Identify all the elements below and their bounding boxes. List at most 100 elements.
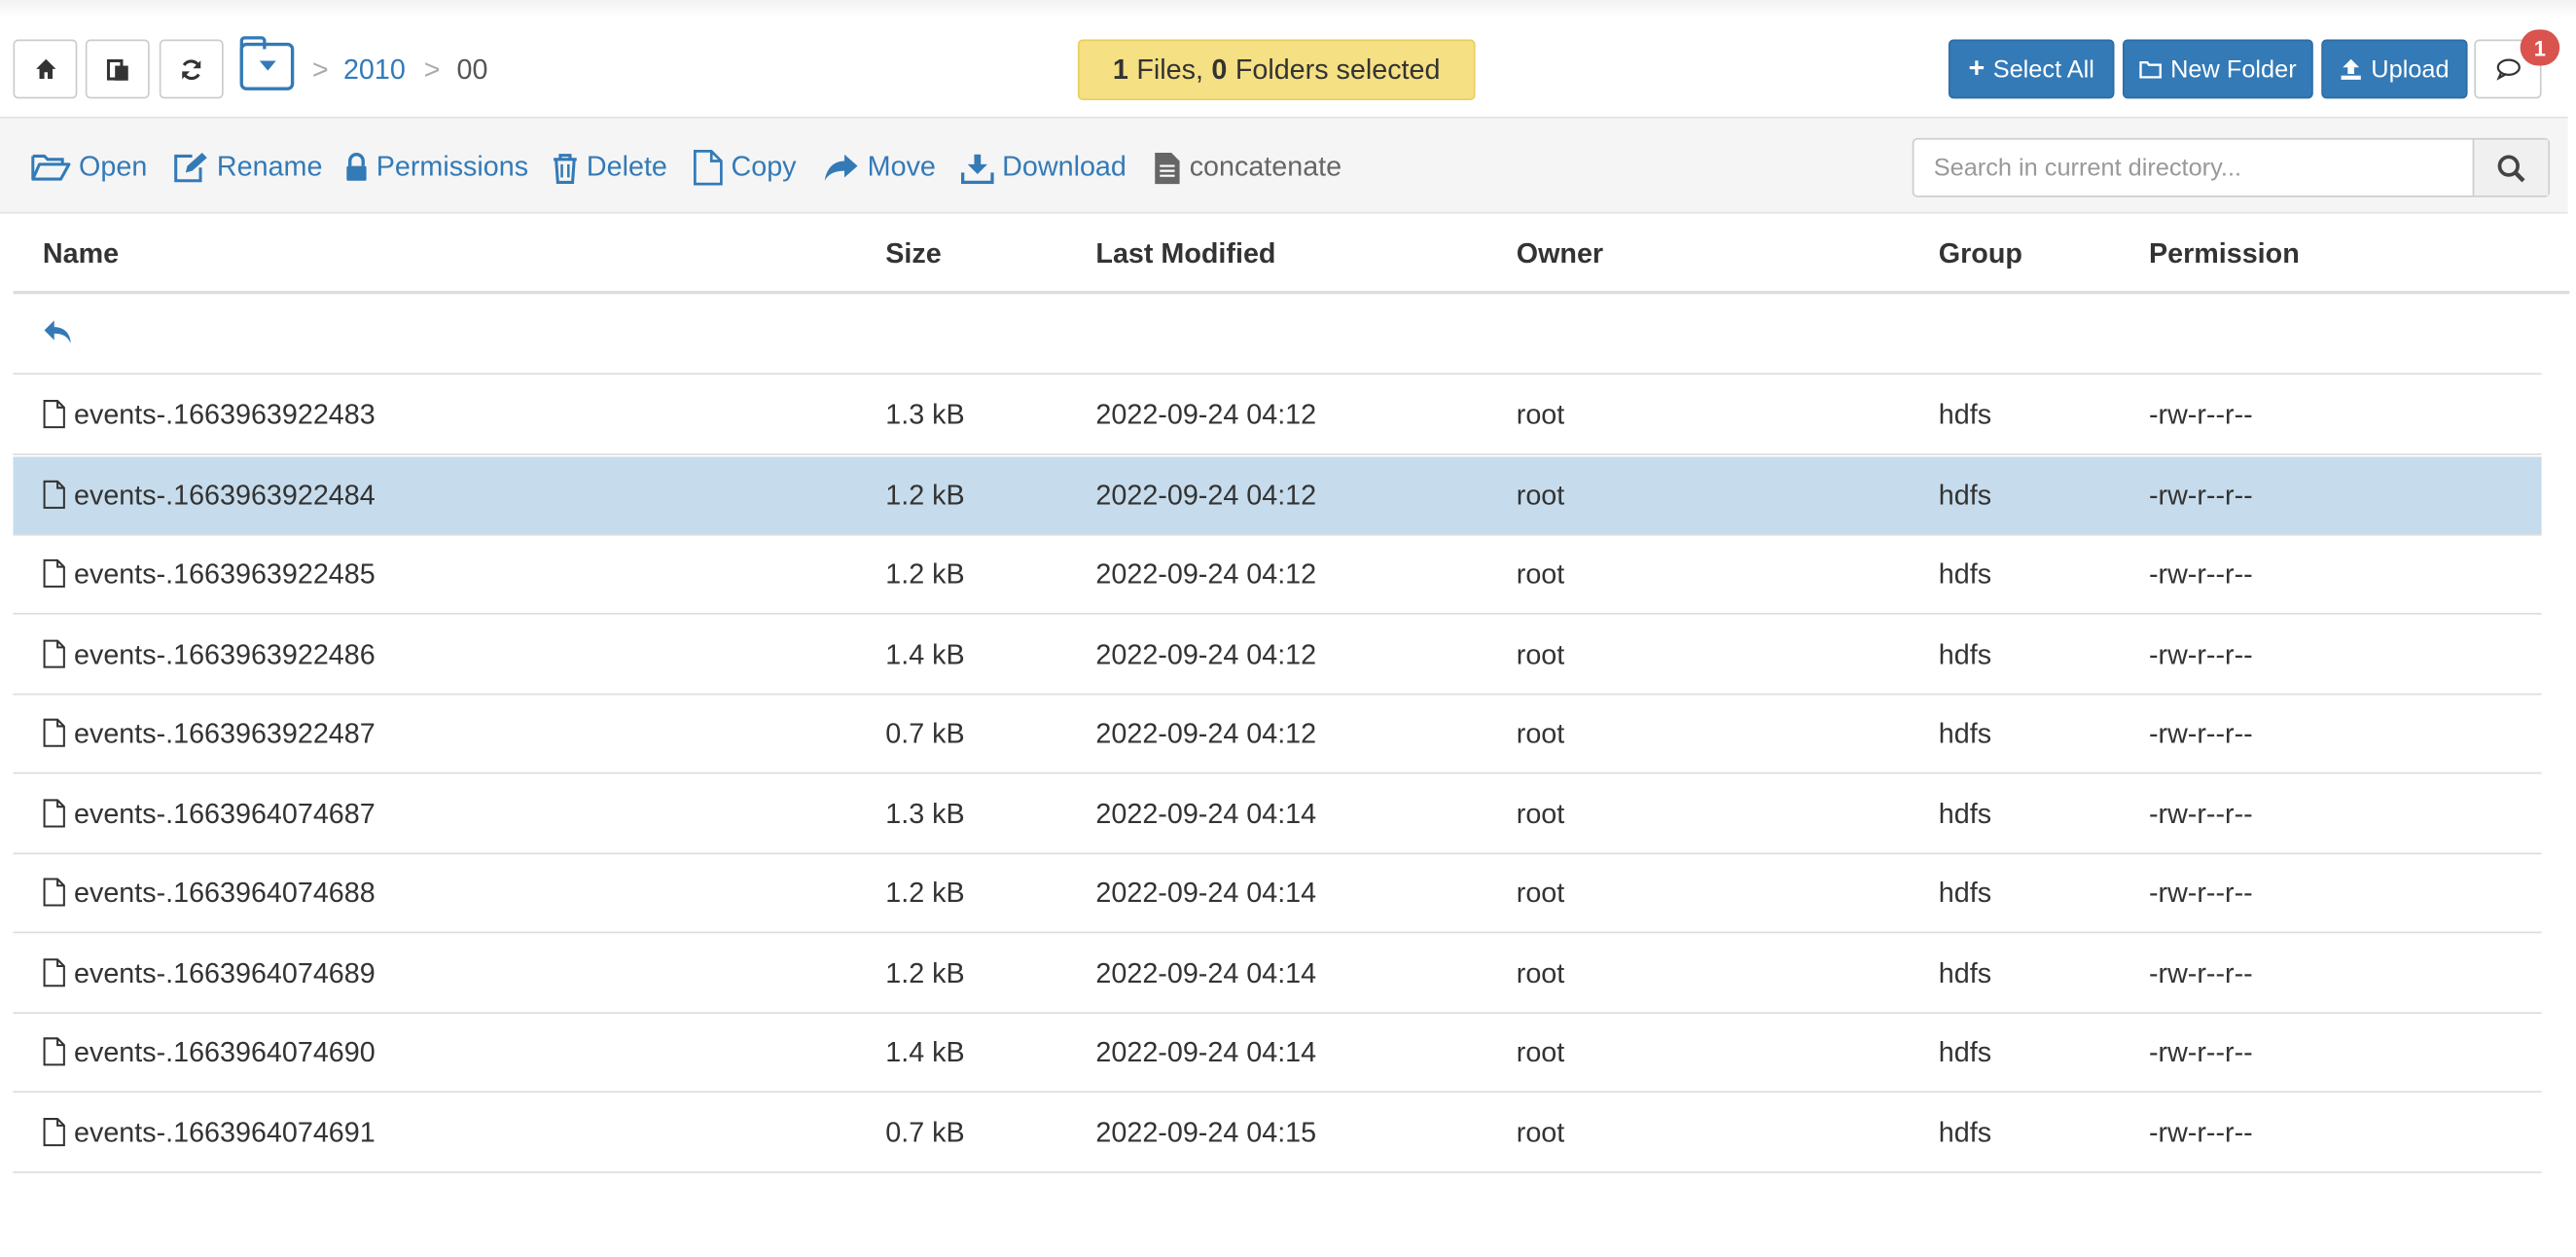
- comment-icon: [2495, 58, 2521, 81]
- upload-label: Upload: [2371, 54, 2450, 84]
- file-size: 1.3 kB: [885, 797, 965, 829]
- new-folder-button[interactable]: New Folder: [2122, 39, 2313, 99]
- file-permission: -rw-r--r--: [2148, 479, 2253, 511]
- file-modified: 2022-09-24 04:12: [1095, 399, 1317, 431]
- breadcrumb-item-2010[interactable]: 2010: [343, 54, 406, 88]
- column-name[interactable]: Name: [43, 238, 119, 271]
- copy-action[interactable]: Copy: [694, 148, 797, 188]
- file-name: events-.1663963922486: [73, 638, 376, 670]
- file-browser: > 2010 > 00 1 Files, 0 Folders selected …: [0, 0, 2576, 1257]
- table-row[interactable]: events-.1663964074691 0.7 kB 2022-09-24 04…: [13, 1094, 2542, 1172]
- top-toolbar: > 2010 > 00 1 Files, 0 Folders selected …: [13, 29, 2560, 102]
- file-owner: root: [1516, 1116, 1565, 1148]
- folder-dropdown-icon[interactable]: [239, 36, 295, 90]
- table-row[interactable]: events-.1663963922484 1.2 kB 2022-09-24 04…: [13, 455, 2542, 535]
- select-all-label: Select All: [1992, 54, 2094, 84]
- file-group: hdfs: [1938, 956, 1992, 988]
- file-permission: -rw-r--r--: [2148, 956, 2253, 988]
- file-modified: 2022-09-24 04:12: [1095, 479, 1317, 511]
- column-permission[interactable]: Permission: [2149, 238, 2300, 271]
- search-input[interactable]: [1914, 139, 2473, 196]
- column-owner[interactable]: Owner: [1517, 238, 1603, 271]
- refresh-button[interactable]: [159, 39, 224, 99]
- file-permission: -rw-r--r--: [2148, 877, 2253, 909]
- file-group: hdfs: [1938, 1036, 1992, 1068]
- files-label: Files,: [1136, 53, 1203, 85]
- file-modified: 2022-09-24 04:12: [1095, 718, 1317, 750]
- file-permission: -rw-r--r--: [2148, 718, 2253, 750]
- file-permission: -rw-r--r--: [2148, 638, 2253, 670]
- file-size: 0.7 kB: [885, 718, 965, 750]
- file-icon: [43, 1117, 65, 1146]
- file-modified: 2022-09-24 04:14: [1095, 877, 1317, 909]
- files-count: 1: [1112, 53, 1128, 85]
- delete-action[interactable]: Delete: [552, 148, 667, 188]
- file-size: 1.4 kB: [885, 1036, 965, 1068]
- breadcrumb-item-current: 00: [456, 54, 488, 86]
- selection-status: 1 Files, 0 Folders selected: [1077, 39, 1476, 101]
- edit-icon: [174, 153, 207, 183]
- file-name: events-.1663964074687: [73, 797, 376, 829]
- home-button[interactable]: [13, 39, 78, 99]
- file-owner: root: [1516, 956, 1565, 988]
- file-icon: [43, 558, 65, 588]
- file-size: 1.2 kB: [885, 956, 965, 988]
- file-owner: root: [1516, 399, 1565, 431]
- move-action[interactable]: Move: [823, 148, 936, 188]
- table-row[interactable]: events-.1663963922483 1.3 kB 2022-09-24 04…: [13, 377, 2542, 455]
- permissions-action[interactable]: Permissions: [345, 148, 528, 188]
- file-group: hdfs: [1938, 718, 1992, 750]
- plus-icon: +: [1968, 53, 1986, 85]
- file-name: events-.1663964074691: [73, 1116, 376, 1148]
- concatenate-label: concatenate: [1189, 151, 1342, 183]
- file-icon: [43, 878, 65, 907]
- file-owner: root: [1516, 797, 1565, 829]
- file-icon: [43, 798, 65, 827]
- column-last-modified[interactable]: Last Modified: [1095, 238, 1275, 271]
- file-group: hdfs: [1938, 797, 1992, 829]
- refresh-icon: [182, 58, 201, 80]
- rename-action[interactable]: Rename: [172, 148, 322, 188]
- folder-open-icon: [31, 154, 71, 181]
- column-group[interactable]: Group: [1939, 238, 2022, 271]
- table-row[interactable]: events-.1663963922487 0.7 kB 2022-09-24 04…: [13, 695, 2542, 774]
- file-modified: 2022-09-24 04:12: [1095, 638, 1317, 670]
- file-group: hdfs: [1938, 399, 1992, 431]
- file-group: hdfs: [1938, 877, 1992, 909]
- parent-directory-row[interactable]: [13, 296, 2542, 376]
- file-icon: [43, 479, 65, 509]
- notification-badge: 1: [2520, 29, 2560, 66]
- file-modified: 2022-09-24 04:15: [1095, 1116, 1317, 1148]
- concatenate-action[interactable]: concatenate: [1154, 148, 1342, 188]
- download-action[interactable]: Download: [960, 148, 1127, 188]
- file-size: 0.7 kB: [885, 1116, 965, 1148]
- table-row[interactable]: events-.1663963922486 1.4 kB 2022-09-24 04…: [13, 615, 2542, 695]
- file-permission: -rw-r--r--: [2148, 1036, 2253, 1068]
- file-permission: -rw-r--r--: [2148, 558, 2253, 591]
- table-row[interactable]: events-.1663964074687 1.3 kB 2022-09-24 04…: [13, 774, 2542, 854]
- file-size: 1.2 kB: [885, 558, 965, 591]
- upload-button[interactable]: Upload: [2321, 39, 2468, 99]
- reply-arrow-icon: [44, 320, 71, 343]
- column-size[interactable]: Size: [885, 238, 941, 271]
- top-shade: [0, 0, 2576, 17]
- file-icon: [43, 1037, 65, 1066]
- open-action[interactable]: Open: [31, 148, 147, 188]
- select-all-button[interactable]: + Select All: [1948, 39, 2115, 99]
- rename-label: Rename: [216, 151, 323, 183]
- breadcrumb-separator: >: [423, 54, 441, 86]
- table-row[interactable]: events-.1663964074689 1.2 kB 2022-09-24 04…: [13, 934, 2542, 1014]
- table-row[interactable]: events-.1663964074690 1.4 kB 2022-09-24 04…: [13, 1014, 2542, 1094]
- file-owner: root: [1516, 718, 1565, 750]
- search-button[interactable]: [2472, 139, 2549, 196]
- paste-button[interactable]: [85, 39, 150, 99]
- file-permission: -rw-r--r--: [2148, 1116, 2253, 1148]
- table-row[interactable]: events-.1663963922485 1.2 kB 2022-09-24 04…: [13, 536, 2542, 615]
- table-row[interactable]: events-.1663964074688 1.2 kB 2022-09-24 04…: [13, 854, 2542, 934]
- file-group: hdfs: [1938, 1116, 1992, 1148]
- table-header: Name Size Last Modified Owner Group Perm…: [13, 214, 2570, 295]
- file-group: hdfs: [1938, 638, 1992, 670]
- file-owner: root: [1516, 479, 1565, 511]
- file-name: events-.1663963922484: [73, 479, 376, 511]
- share-arrow-icon: [824, 154, 858, 181]
